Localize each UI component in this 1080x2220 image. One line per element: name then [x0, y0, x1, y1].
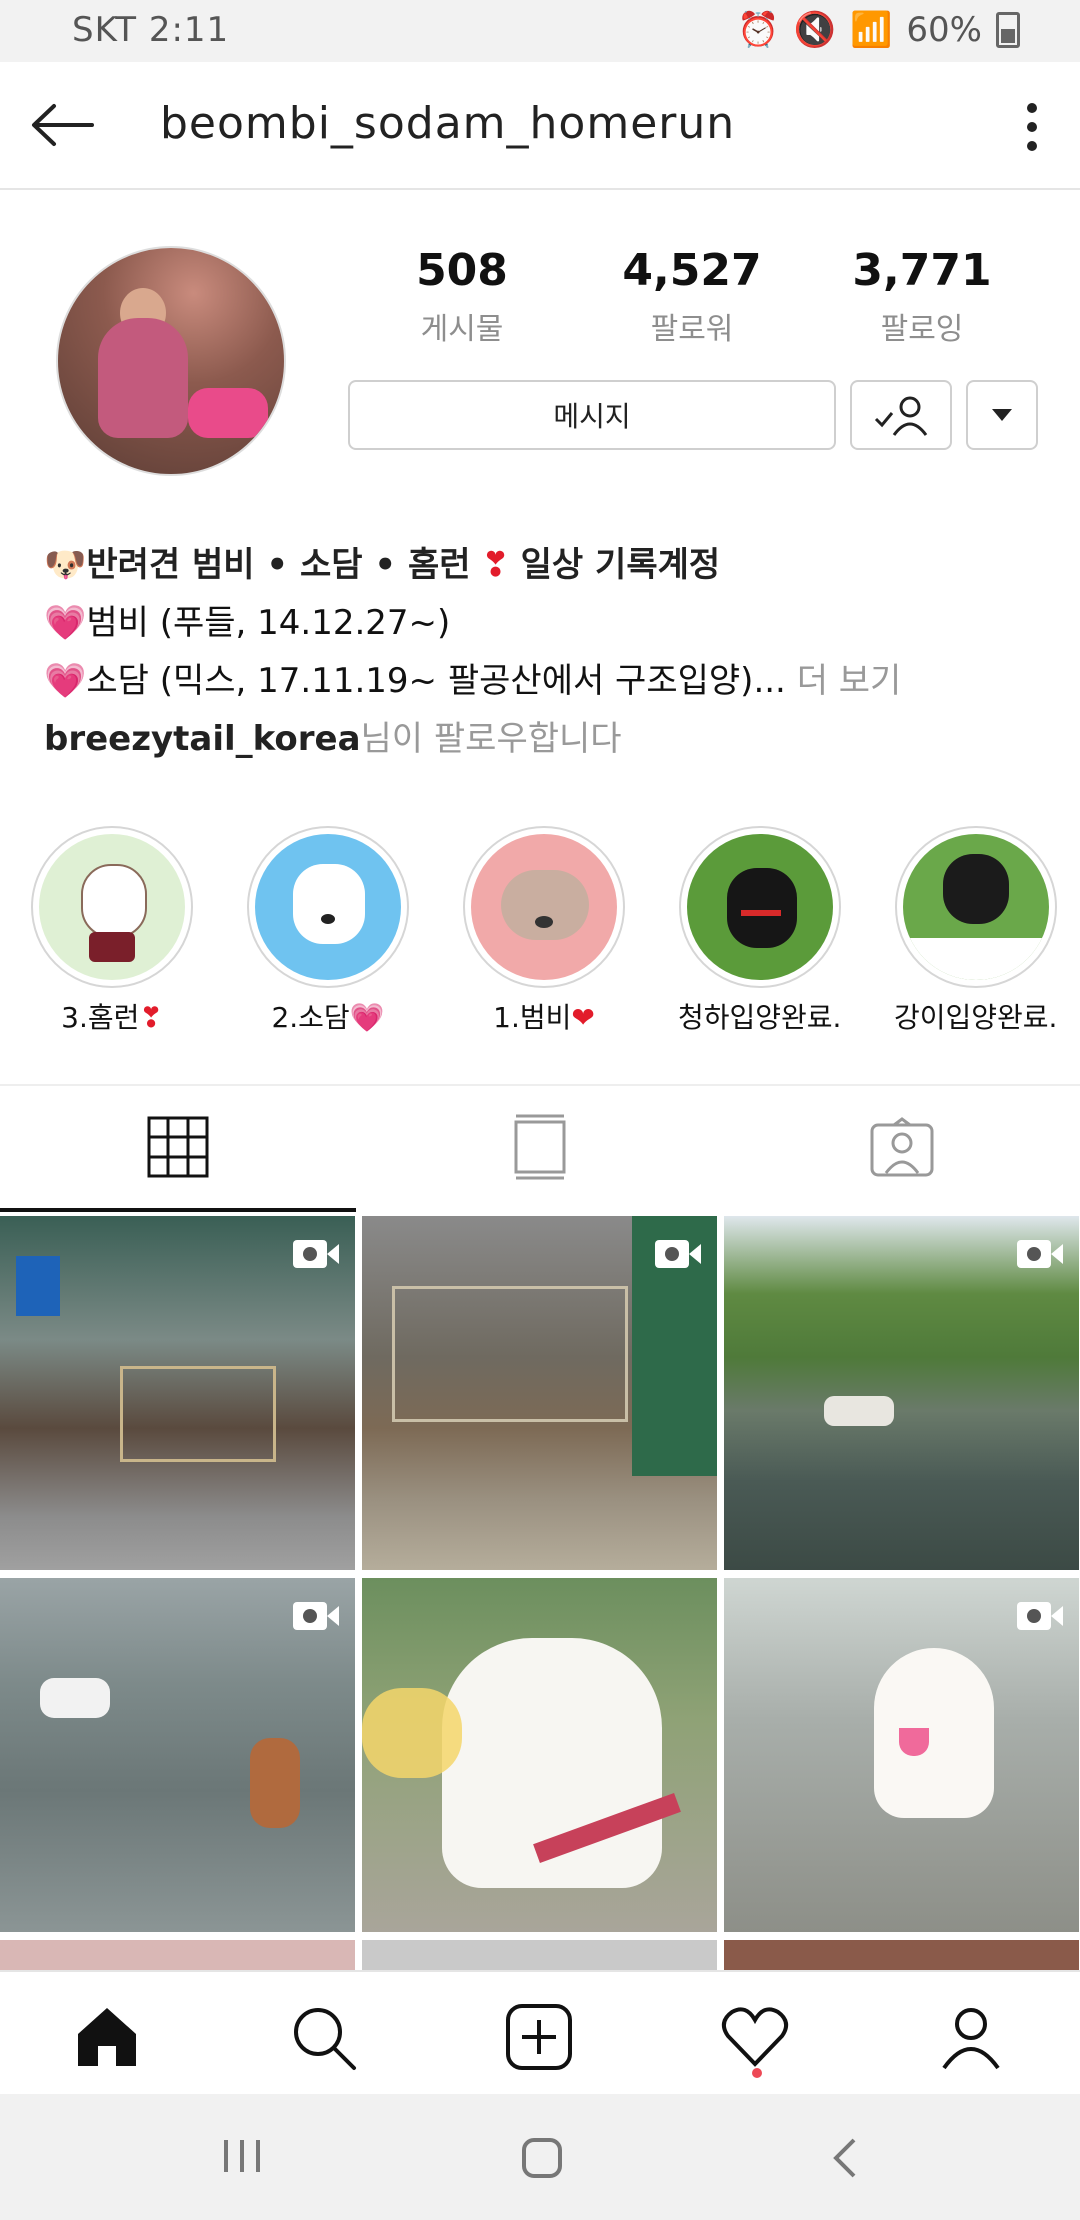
posts-count[interactable]: 508 게시물 [362, 245, 562, 348]
profile-icon[interactable] [936, 2002, 1006, 2072]
post-thumbnail[interactable] [362, 1216, 717, 1570]
profile-avatar[interactable] [56, 246, 286, 476]
video-icon [1017, 1240, 1063, 1268]
heart-exclamation-icon: ❣ [481, 545, 510, 585]
post-thumbnail[interactable] [0, 1940, 355, 1970]
feed-icon [514, 1114, 566, 1180]
post-thumbnail[interactable] [362, 1940, 717, 1970]
highlight-1-beombi[interactable]: 1.범비❤ [462, 826, 626, 1036]
tagged-person-icon [870, 1117, 934, 1177]
bio-line-3: 💗소담 (믹스, 17.11.19~ 팔공산에서 구조입양)... 더 보기 [44, 661, 902, 701]
followers-count[interactable]: 4,527 팔로워 [592, 245, 792, 348]
status-icons: ⏰ 🔇 📶 60% [737, 10, 1020, 50]
post-thumbnail[interactable] [724, 1940, 1079, 1970]
highlight-2-sodam[interactable]: 2.소담💗 [246, 826, 410, 1036]
carrier-time: SKT 2:11 [72, 10, 230, 50]
following-status-button[interactable] [850, 380, 952, 450]
profile-tabs [0, 1084, 1080, 1212]
pink-heart-icon: 💗 [44, 603, 87, 643]
alarm-icon: ⏰ [737, 10, 780, 50]
suggested-dropdown-button[interactable] [966, 380, 1038, 450]
video-icon [655, 1240, 701, 1268]
activity-heart-icon[interactable] [720, 2002, 790, 2072]
post-thumbnail[interactable] [362, 1578, 717, 1932]
notification-dot [752, 2068, 762, 2078]
followed-by-line[interactable]: breezytail_korea님이 팔로우합니다 [44, 710, 1044, 768]
post-thumbnail[interactable] [724, 1216, 1079, 1570]
bio-line-1: 🐶반려견 범비 • 소담 • 홈런 ❣ 일상 기록계정 [44, 545, 721, 585]
home-icon[interactable] [72, 2002, 142, 2072]
mute-icon: 🔇 [793, 10, 837, 50]
chevron-down-icon [992, 409, 1012, 421]
profile-header-bar: beombi_sodam_homerun [0, 62, 1080, 190]
profile-bio: 🐶반려견 범비 • 소담 • 홈런 ❣ 일상 기록계정 💗범비 (푸들, 14.… [44, 536, 1044, 768]
grid-icon [147, 1116, 209, 1178]
post-thumbnail[interactable] [724, 1578, 1079, 1932]
system-navigation-bar [0, 2094, 1080, 2220]
battery-percent: 60% [906, 10, 982, 50]
system-back-icon[interactable] [830, 2136, 860, 2180]
post-thumbnail[interactable] [0, 1216, 355, 1570]
search-icon[interactable] [288, 2002, 358, 2072]
highlight-3-homerun[interactable]: 3.홈런❣ [30, 826, 194, 1036]
tab-feed[interactable] [362, 1086, 718, 1208]
signal-icon: 📶 [850, 10, 893, 50]
following-check-person-icon [874, 396, 928, 436]
pink-heart-icon: 💗 [44, 661, 87, 701]
battery-icon [996, 12, 1020, 48]
profile-username: beombi_sodam_homerun [160, 98, 736, 149]
more-options-icon[interactable] [1024, 100, 1040, 154]
bio-line-2: 💗범비 (푸들, 14.12.27~) [44, 603, 451, 643]
see-more-link[interactable]: 더 보기 [797, 661, 902, 701]
video-icon [293, 1602, 339, 1630]
highlight-cheongha-adopted[interactable]: 청하입양완료... [678, 826, 842, 1036]
tab-grid[interactable] [0, 1086, 356, 1212]
video-icon [293, 1240, 339, 1268]
following-count[interactable]: 3,771 팔로잉 [822, 245, 1022, 348]
recent-apps-icon[interactable] [220, 2136, 264, 2176]
bottom-navigation [0, 1970, 1080, 2094]
dog-emoji-icon: 🐶 [44, 545, 87, 585]
status-bar: SKT 2:11 ⏰ 🔇 📶 60% [0, 0, 1080, 62]
highlight-gangi-adopted[interactable]: 강이입양완료... [894, 826, 1058, 1036]
message-button[interactable]: 메시지 [348, 380, 836, 450]
home-button-icon[interactable] [520, 2136, 564, 2180]
back-arrow-icon[interactable] [28, 100, 98, 150]
tab-tagged[interactable] [724, 1086, 1080, 1208]
post-thumbnail[interactable] [0, 1578, 355, 1932]
video-icon [1017, 1602, 1063, 1630]
new-post-icon[interactable] [504, 2002, 574, 2072]
